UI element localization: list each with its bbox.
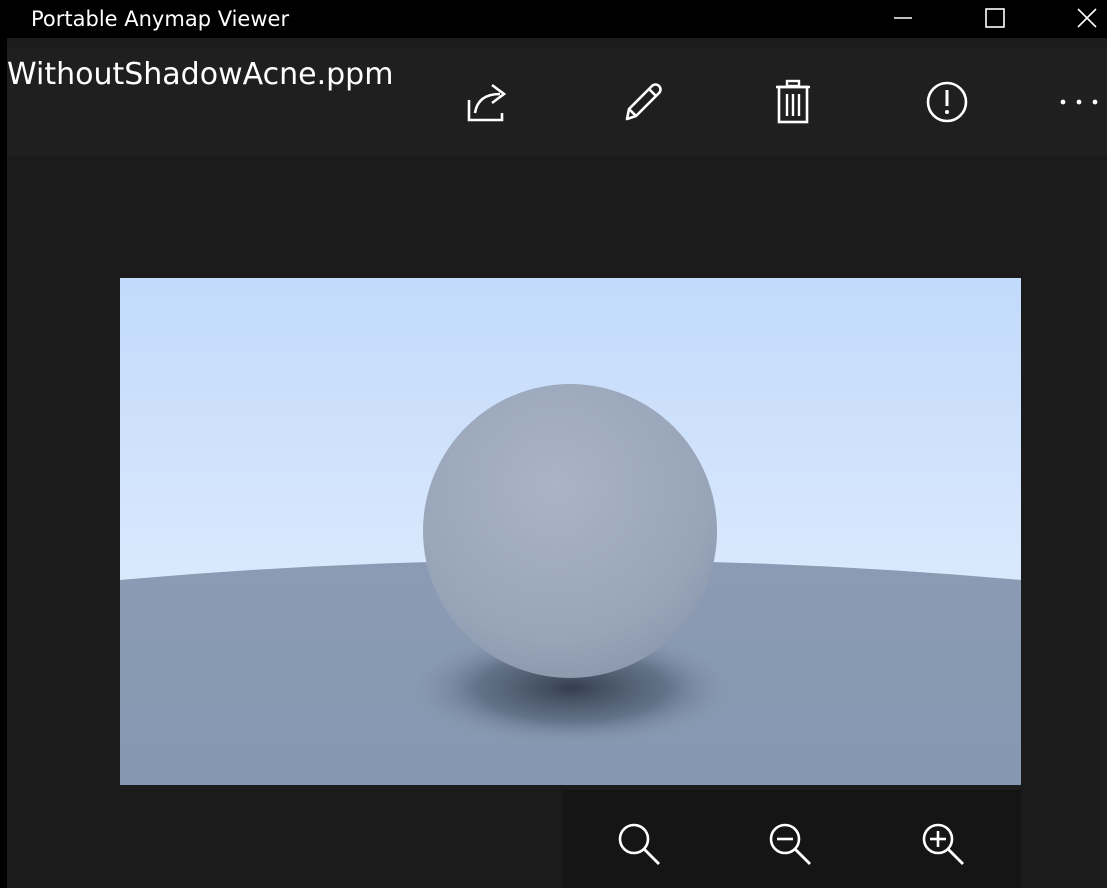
info-icon bbox=[926, 81, 968, 123]
maximize-icon bbox=[985, 8, 1005, 28]
edit-button[interactable] bbox=[612, 72, 672, 132]
close-icon bbox=[1077, 8, 1097, 28]
zoom-out-icon bbox=[769, 823, 811, 865]
minimize-icon bbox=[894, 17, 912, 19]
zoom-fit-icon bbox=[618, 823, 660, 865]
zoom-in-icon bbox=[922, 823, 964, 865]
zoom-bar bbox=[562, 790, 1021, 888]
delete-button[interactable] bbox=[763, 72, 823, 132]
maximize-button[interactable] bbox=[972, 0, 1018, 36]
close-button[interactable] bbox=[1064, 0, 1107, 36]
app-title: Portable Anymap Viewer bbox=[31, 7, 290, 31]
window-left-edge bbox=[0, 0, 7, 888]
share-button[interactable] bbox=[458, 72, 518, 132]
more-icon bbox=[1060, 99, 1098, 105]
more-button[interactable] bbox=[1049, 72, 1107, 132]
zoom-fit-button[interactable] bbox=[611, 816, 669, 874]
command-bar: WithoutShadowAcne.ppm bbox=[7, 48, 1107, 156]
zoom-out-button[interactable] bbox=[762, 816, 820, 874]
file-name: WithoutShadowAcne.ppm bbox=[7, 57, 394, 92]
zoom-in-button[interactable] bbox=[915, 816, 973, 874]
properties-button[interactable] bbox=[917, 72, 977, 132]
title-bar[interactable]: Portable Anymap Viewer bbox=[0, 0, 1107, 38]
minimize-button[interactable] bbox=[880, 0, 926, 36]
image-viewer[interactable] bbox=[120, 278, 1021, 785]
app-window: Portable Anymap Viewer WithoutShadowAcne… bbox=[0, 0, 1107, 888]
rendered-image bbox=[120, 278, 1021, 785]
share-icon bbox=[467, 83, 507, 122]
pencil-icon bbox=[625, 83, 662, 121]
trash-icon bbox=[776, 79, 810, 124]
